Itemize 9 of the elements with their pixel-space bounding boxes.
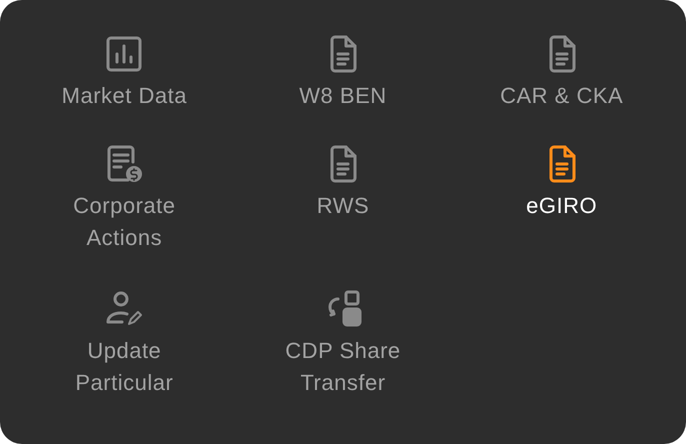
bar-chart-icon — [104, 34, 144, 74]
menu-item[interactable]: RWS — [234, 144, 452, 222]
menu-item[interactable]: CAR & CKA — [452, 34, 671, 112]
menu-item[interactable]: W8 BEN — [234, 34, 452, 112]
menu-item[interactable]: Update Particular — [15, 289, 234, 399]
menu-item[interactable]: Corporate Actions — [15, 144, 234, 254]
menu-item[interactable]: eGIRO — [452, 144, 671, 222]
menu-item[interactable]: CDP Share Transfer — [234, 289, 452, 399]
menu-item[interactable]: Market Data — [15, 34, 234, 112]
